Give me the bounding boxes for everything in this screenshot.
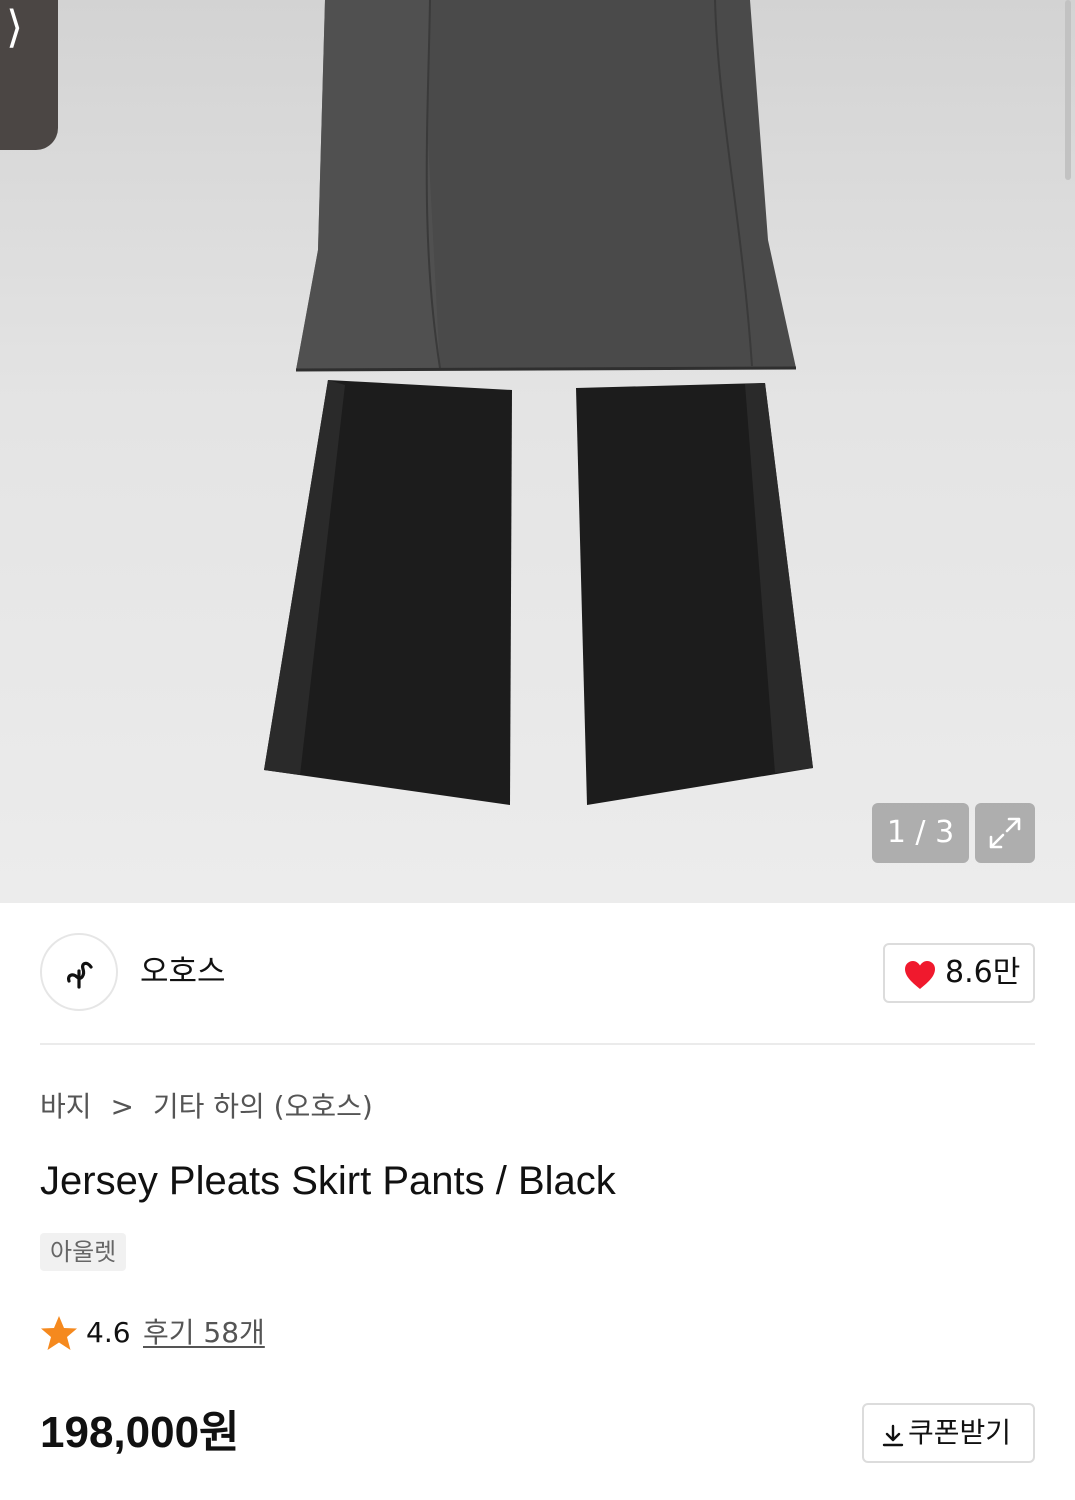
breadcrumb-category[interactable]: 바지 <box>40 1090 92 1123</box>
brand-logo-icon <box>67 961 93 989</box>
brand-name[interactable]: 오호스 <box>140 952 226 992</box>
coupon-button[interactable]: 쿠폰받기 <box>862 1403 1035 1463</box>
product-photo <box>264 0 813 805</box>
heart-icon <box>905 961 935 989</box>
breadcrumb-subcategory[interactable]: 기타 하의 (오호스) <box>153 1090 373 1123</box>
breadcrumb-separator: > <box>110 1090 134 1123</box>
product-title: Jersey Pleats Skirt Pants / Black <box>40 1159 616 1203</box>
scrollbar-thumb[interactable] <box>1065 0 1071 180</box>
like-count: 8.6만 <box>945 955 1021 990</box>
outlet-badge: 아울렛 <box>40 1233 127 1271</box>
brand-logo[interactable] <box>40 933 118 1011</box>
expand-icon <box>989 817 1021 849</box>
product-price: 198,000원 <box>40 1408 240 1457</box>
expand-button[interactable] <box>975 803 1035 863</box>
rating-score: 4.6 <box>86 1316 131 1349</box>
chevron-right-icon: ⟩ <box>6 2 24 53</box>
review-link[interactable]: 후기 58개 <box>143 1313 265 1353</box>
image-counter: 1 / 3 <box>872 803 969 863</box>
product-image-gallery[interactable]: ⟩ 1 / 3 <box>0 0 1075 903</box>
product-detail-page: ⟩ 1 / 3 오호스 8.6만 바지 > 기타 하의 (오호스) Jersey… <box>0 0 1075 1500</box>
prev-image-button[interactable]: ⟩ <box>0 0 58 150</box>
like-button[interactable]: 8.6만 <box>883 943 1035 1003</box>
coupon-label: 쿠폰받기 <box>908 1416 1012 1449</box>
divider <box>40 1043 1035 1045</box>
download-icon <box>882 1424 904 1447</box>
breadcrumb: 바지 > 기타 하의 (오호스) <box>40 1087 373 1127</box>
star-icon <box>41 1316 77 1350</box>
